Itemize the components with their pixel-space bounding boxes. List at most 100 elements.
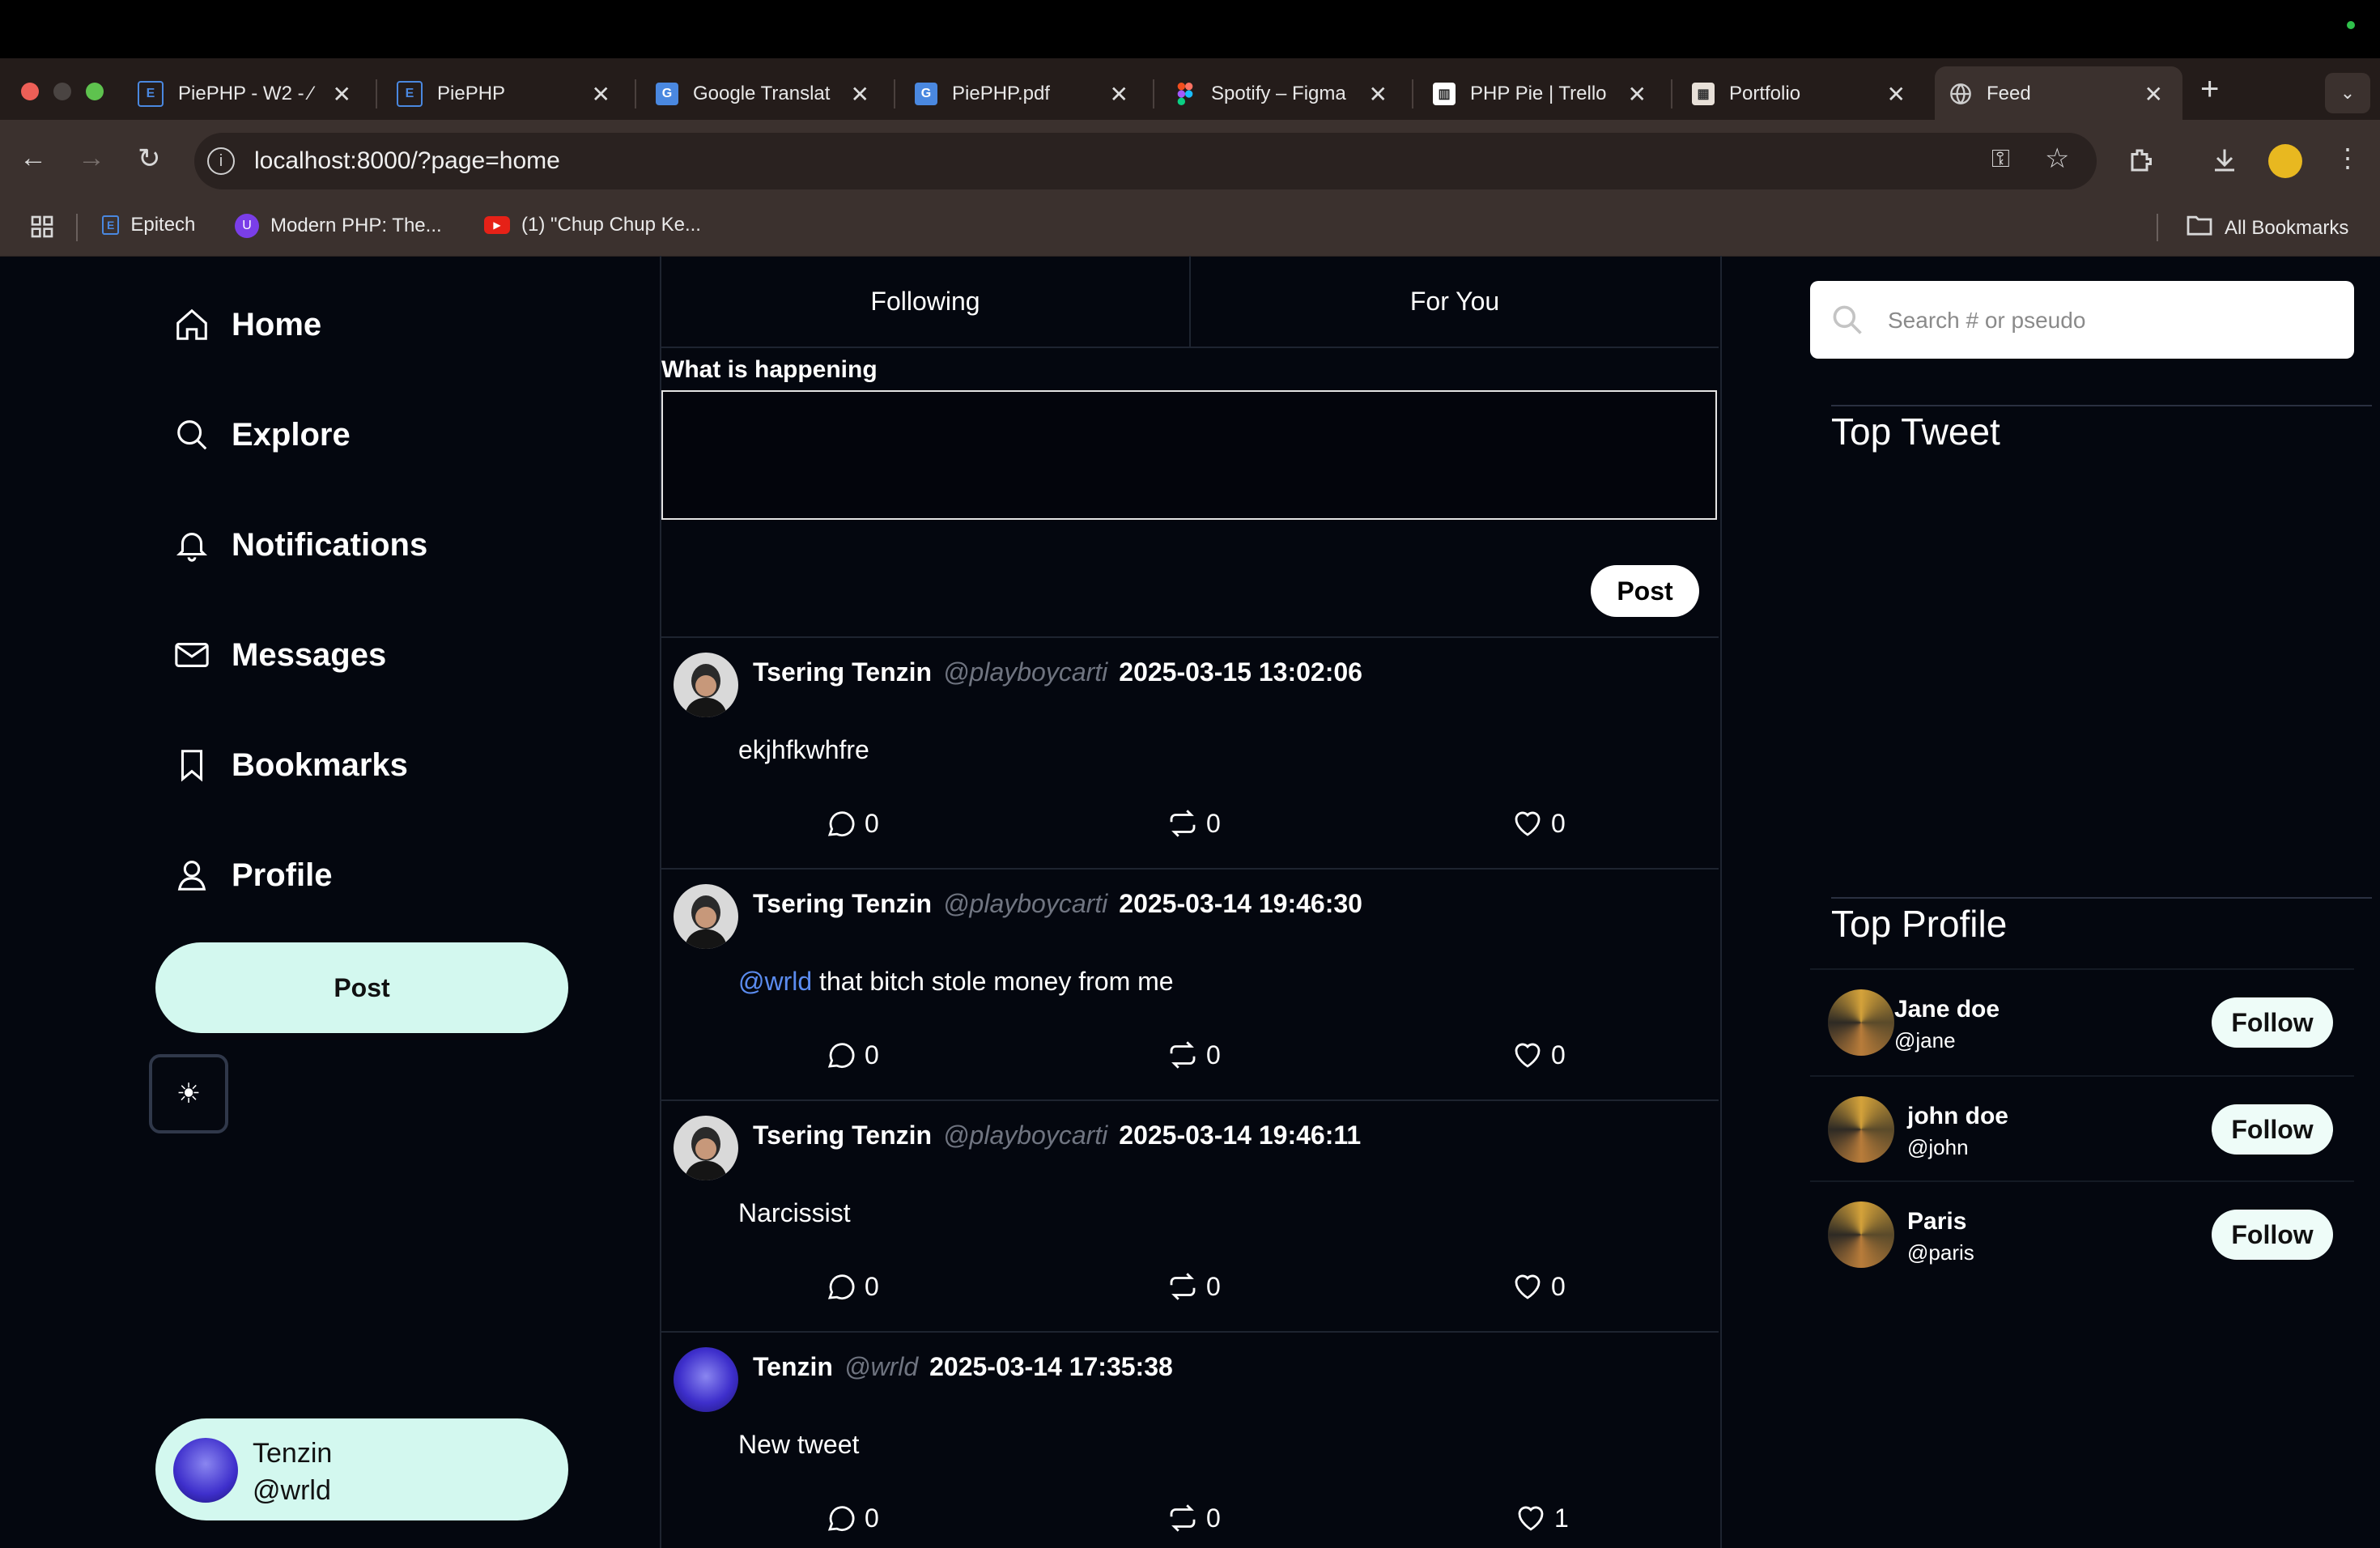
epitech-icon: E [397,81,423,107]
home-icon [176,308,207,340]
tab-piephp[interactable]: E PiePHP ✕ [397,68,631,120]
retweet-count: 0 [1206,808,1221,838]
account-switcher[interactable]: Tenzin @wrld [155,1418,568,1520]
bookmark-modern-php[interactable]: U Modern PHP: The... [235,214,442,238]
minimize-window-button[interactable] [53,83,71,100]
profile-avatar[interactable] [2268,144,2302,178]
comment-icon [827,811,855,837]
url-text[interactable]: localhost:8000/?page=home [254,147,560,175]
post-button[interactable]: Post [1591,565,1699,617]
follow-button[interactable]: Follow [2212,1104,2333,1155]
avatar[interactable] [1828,1201,1894,1268]
password-key-icon[interactable]: ⚿ [1991,146,2010,173]
profile-name[interactable]: Jane doe [1894,996,2000,1023]
tab-trello[interactable]: ▥ PHP Pie | Trello ✕ [1433,68,1668,120]
tab-search-chevron-icon[interactable]: ⌄ [2325,73,2370,113]
tab-piephp-w2[interactable]: E PiePHP - W2 - ⁄ ✕ [138,68,372,120]
search-input[interactable] [1886,296,2343,346]
divider [661,636,1719,638]
new-tab-icon[interactable]: + [2200,71,2219,108]
close-window-button[interactable] [21,83,39,100]
tweet-author-handle[interactable]: @wrld [844,1352,918,1381]
close-tab-icon[interactable]: ✕ [592,81,610,108]
tab-following[interactable]: Following [661,256,1191,348]
like-count: 1 [1554,1503,1569,1533]
reload-icon[interactable]: ↻ [138,142,161,175]
like-button[interactable]: 1 [1514,1501,1569,1535]
reply-button[interactable]: 0 [824,1501,879,1535]
close-tab-icon[interactable]: ✕ [333,81,351,108]
tweet-text: New tweet [738,1430,859,1460]
site-info-icon[interactable]: i [207,147,235,175]
search-bar[interactable] [1810,281,2354,359]
avatar[interactable] [1828,989,1894,1056]
sidebar-item-explore[interactable]: Explore [173,402,351,467]
tab-title: PiePHP - W2 - ⁄ [178,83,313,104]
bookmark-youtube[interactable]: ▶ (1) "Chup Chup Ke... [484,214,701,236]
avatar[interactable] [674,884,738,949]
retweet-button[interactable]: 0 [1166,1269,1221,1303]
close-tab-icon[interactable]: ✕ [2144,81,2163,108]
tab-for-you[interactable]: For You [1191,256,1719,348]
avatar[interactable] [674,653,738,717]
close-tab-icon[interactable]: ✕ [1628,81,1647,108]
profile-name[interactable]: john doe [1907,1103,2008,1130]
retweet-button[interactable]: 0 [1166,806,1221,840]
retweet-button[interactable]: 0 [1166,1038,1221,1072]
bookmark-epitech[interactable]: E Epitech [102,214,195,236]
more-menu-icon[interactable]: ⋮ [2335,142,2361,173]
bookmark-icon [181,750,203,782]
retweet-button[interactable]: 0 [1166,1501,1221,1535]
tweet-body: that bitch stole money from me [819,967,1174,996]
reply-button[interactable]: 0 [824,806,879,840]
sidebar-item-home[interactable]: Home [173,292,321,357]
tweet-author-handle[interactable]: @playboycarti [943,889,1107,918]
like-button[interactable]: 0 [1511,1269,1566,1303]
all-bookmarks-button[interactable]: All Bookmarks [2186,214,2348,242]
tweet-author-handle[interactable]: @playboycarti [943,657,1107,687]
tab-spotify-figma[interactable]: Spotify – Figma ✕ [1174,68,1409,120]
close-tab-icon[interactable]: ✕ [1369,81,1388,108]
tab-feed[interactable]: Feed ✕ [1949,68,2184,120]
sidebar-item-label: Messages [232,636,387,673]
tab-piephp-pdf[interactable]: G PiePHP.pdf ✕ [915,68,1150,120]
tweet-mention[interactable]: @wrld [738,967,812,996]
follow-button[interactable]: Follow [2212,1210,2333,1260]
sidebar-item-messages[interactable]: Messages [173,623,386,687]
sidebar-post-button[interactable]: Post [155,942,568,1033]
close-tab-icon[interactable]: ✕ [1110,81,1128,108]
theme-toggle-button[interactable]: ☀ [149,1054,228,1133]
extensions-icon[interactable] [2127,146,2157,179]
sidebar-item-notifications[interactable]: Notifications [173,512,427,577]
tweet-author-name[interactable]: Tsering Tenzin [753,889,932,918]
tweet-author-name[interactable]: Tsering Tenzin [753,657,932,687]
forward-icon[interactable]: → [78,142,105,174]
profile-name[interactable]: Paris [1907,1208,1966,1235]
sidebar-item-profile[interactable]: Profile [173,843,332,908]
tweet-author-handle[interactable]: @playboycarti [943,1121,1107,1150]
close-tab-icon[interactable]: ✕ [851,81,869,108]
reply-button[interactable]: 0 [824,1038,879,1072]
tweet-author-name[interactable]: Tenzin [753,1352,833,1381]
avatar[interactable] [1828,1096,1894,1163]
sidebar-item-label: Profile [232,857,333,893]
close-tab-icon[interactable]: ✕ [1887,81,1906,108]
tweet-author-name[interactable]: Tsering Tenzin [753,1121,932,1150]
like-count: 0 [1551,808,1566,838]
reply-button[interactable]: 0 [824,1269,879,1303]
compose-textarea[interactable] [661,390,1717,520]
tab-portfolio[interactable]: ▦ Portfolio ✕ [1692,68,1927,120]
avatar[interactable] [674,1347,738,1412]
avatar[interactable] [674,1116,738,1180]
back-icon[interactable]: ← [19,142,47,174]
follow-button[interactable]: Follow [2212,997,2333,1048]
sidebar-item-bookmarks[interactable]: Bookmarks [173,733,408,797]
tweet-text: @wrld that bitch stole money from me [738,967,1174,997]
download-icon[interactable] [2210,146,2239,179]
apps-grid-icon[interactable] [29,214,55,244]
tab-google-translate[interactable]: G Google Translat ✕ [656,68,890,120]
bookmark-star-icon[interactable]: ☆ [2045,142,2069,175]
like-button[interactable]: 0 [1511,1038,1566,1072]
like-button[interactable]: 0 [1511,806,1566,840]
maximize-window-button[interactable] [86,83,104,100]
